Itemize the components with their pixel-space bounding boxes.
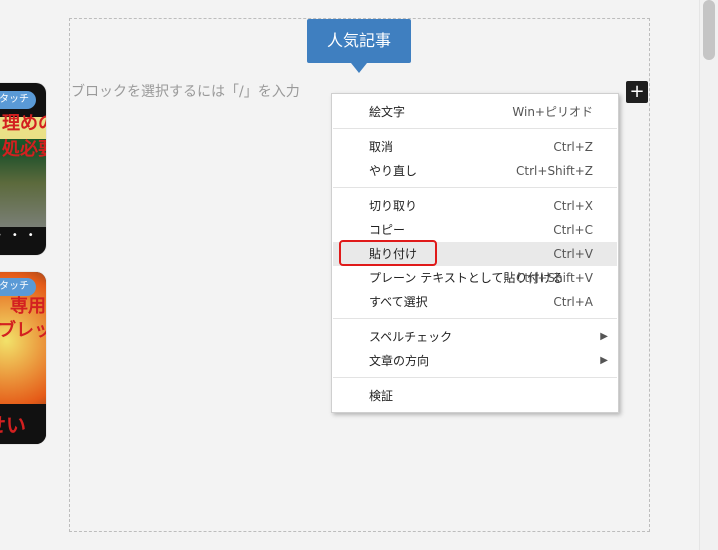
menu-item-undo[interactable]: 取消 Ctrl+Z (333, 135, 617, 159)
scrollbar-thumb[interactable] (703, 0, 715, 60)
menu-item-cut[interactable]: 切り取り Ctrl+X (333, 194, 617, 218)
preview-card-2-line-1: 専用 (10, 296, 46, 317)
menu-separator (333, 128, 617, 129)
preview-card-2-line-2: ブレット (0, 320, 46, 341)
submenu-arrow-icon: ▶ (600, 331, 608, 342)
preview-card-1-dots: ••• (0, 230, 44, 241)
menu-item-inspect[interactable]: 検証 (333, 384, 617, 408)
menu-item-spell-check[interactable]: スペルチェック ▶ (333, 325, 617, 349)
menu-item-paste-plain-text[interactable]: プレーン テキストとして貼り付ける Ctrl+Shift+V (333, 266, 617, 290)
menu-item-text-direction[interactable]: 文章の方向 ▶ (333, 349, 617, 373)
preview-card-2[interactable]: タッチ 専用 ブレット せい (0, 272, 46, 444)
menu-item-select-all[interactable]: すべて選択 Ctrl+A (333, 290, 617, 314)
preview-card-2-pill: タッチ (0, 278, 36, 296)
menu-separator (333, 377, 617, 378)
menu-item-emoji[interactable]: 絵文字 Win+ピリオド (333, 100, 617, 124)
preview-card-1[interactable]: タッチ 理めの 処必要 ••• (0, 83, 46, 255)
submenu-arrow-icon: ▶ (600, 355, 608, 366)
block-placeholder[interactable]: ブロックを選択するには「/」を入力 (71, 83, 300, 101)
menu-separator (333, 318, 617, 319)
preview-card-1-line-1: 理めの (2, 113, 46, 134)
preview-card-2-bottom-text: せい (0, 413, 26, 437)
app-root: タッチ 理めの 処必要 ••• タッチ 専用 ブレット せい 人気記事 ブロック… (0, 0, 718, 550)
menu-item-redo[interactable]: やり直し Ctrl+Shift+Z (333, 159, 617, 183)
preview-card-1-pill: タッチ (0, 91, 36, 109)
preview-card-1-line-2: 処必要 (2, 139, 46, 160)
menu-separator (333, 187, 617, 188)
popular-articles-badge: 人気記事 (307, 19, 411, 73)
menu-item-copy[interactable]: コピー Ctrl+C (333, 218, 617, 242)
add-block-button[interactable]: + (626, 81, 648, 103)
plus-icon: + (629, 81, 645, 102)
vertical-scrollbar[interactable] (699, 0, 718, 550)
paste-focus-ring (339, 240, 437, 266)
